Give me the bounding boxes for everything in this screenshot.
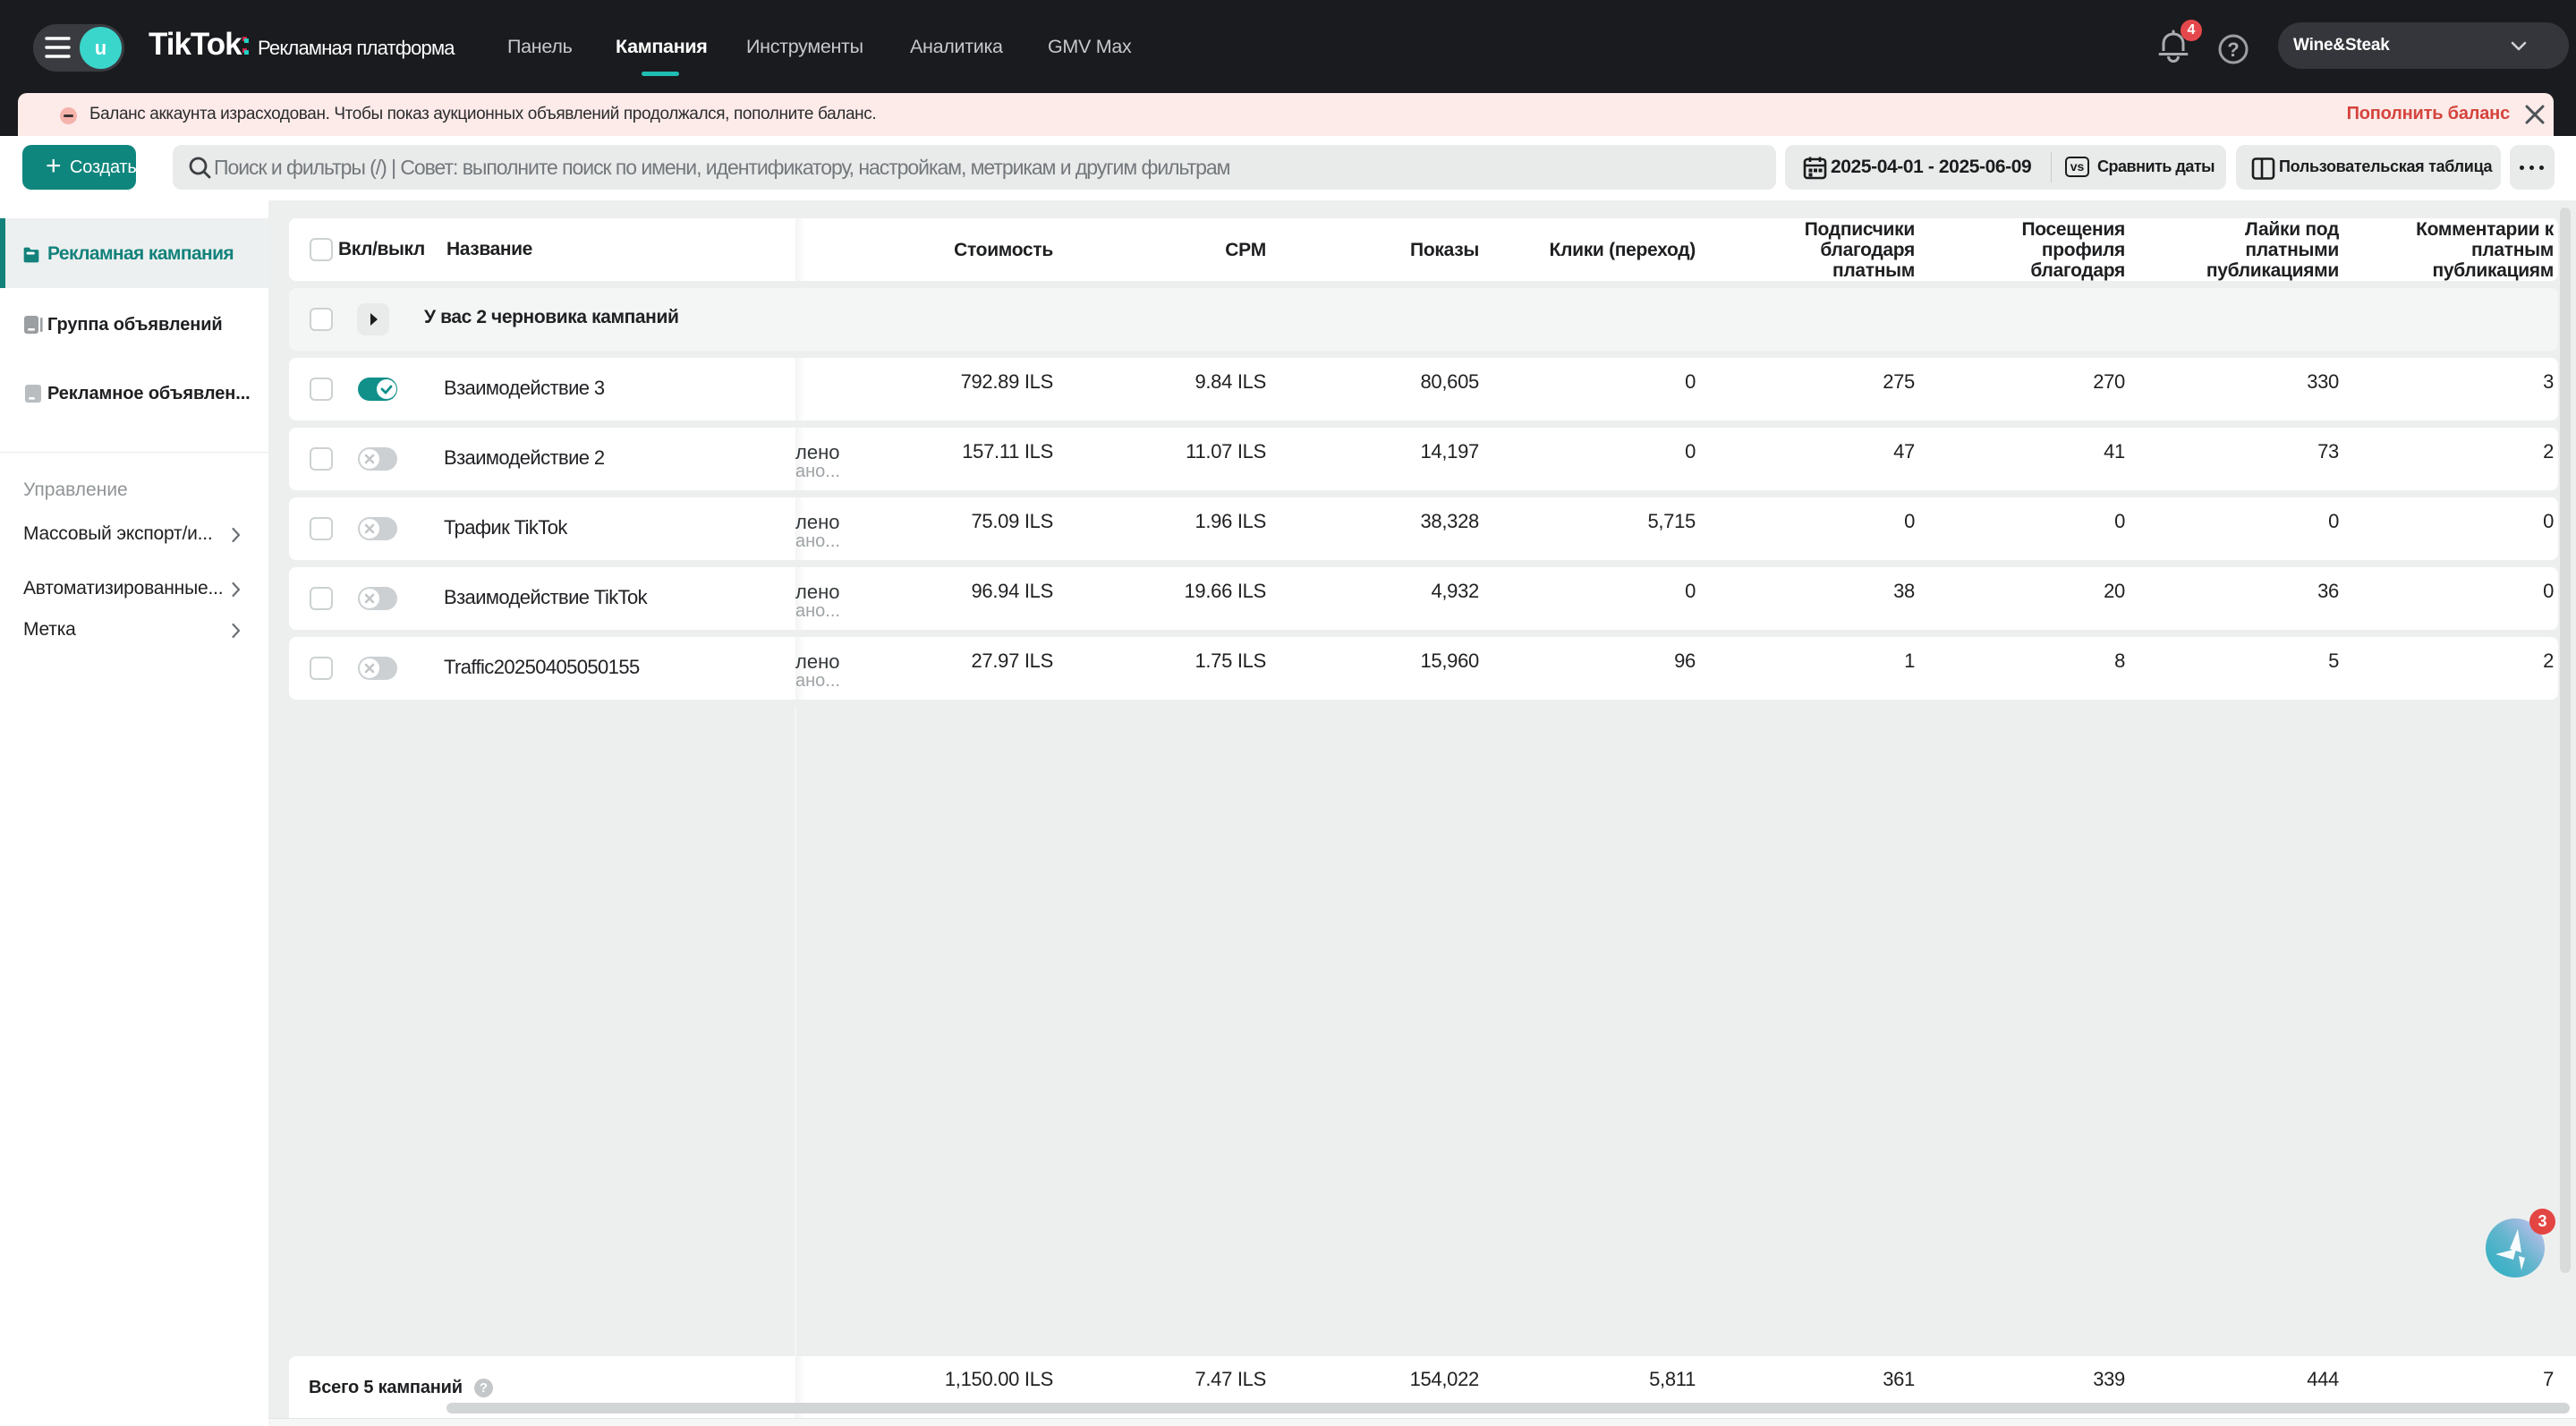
svg-text:?: ?: [2227, 38, 2239, 61]
